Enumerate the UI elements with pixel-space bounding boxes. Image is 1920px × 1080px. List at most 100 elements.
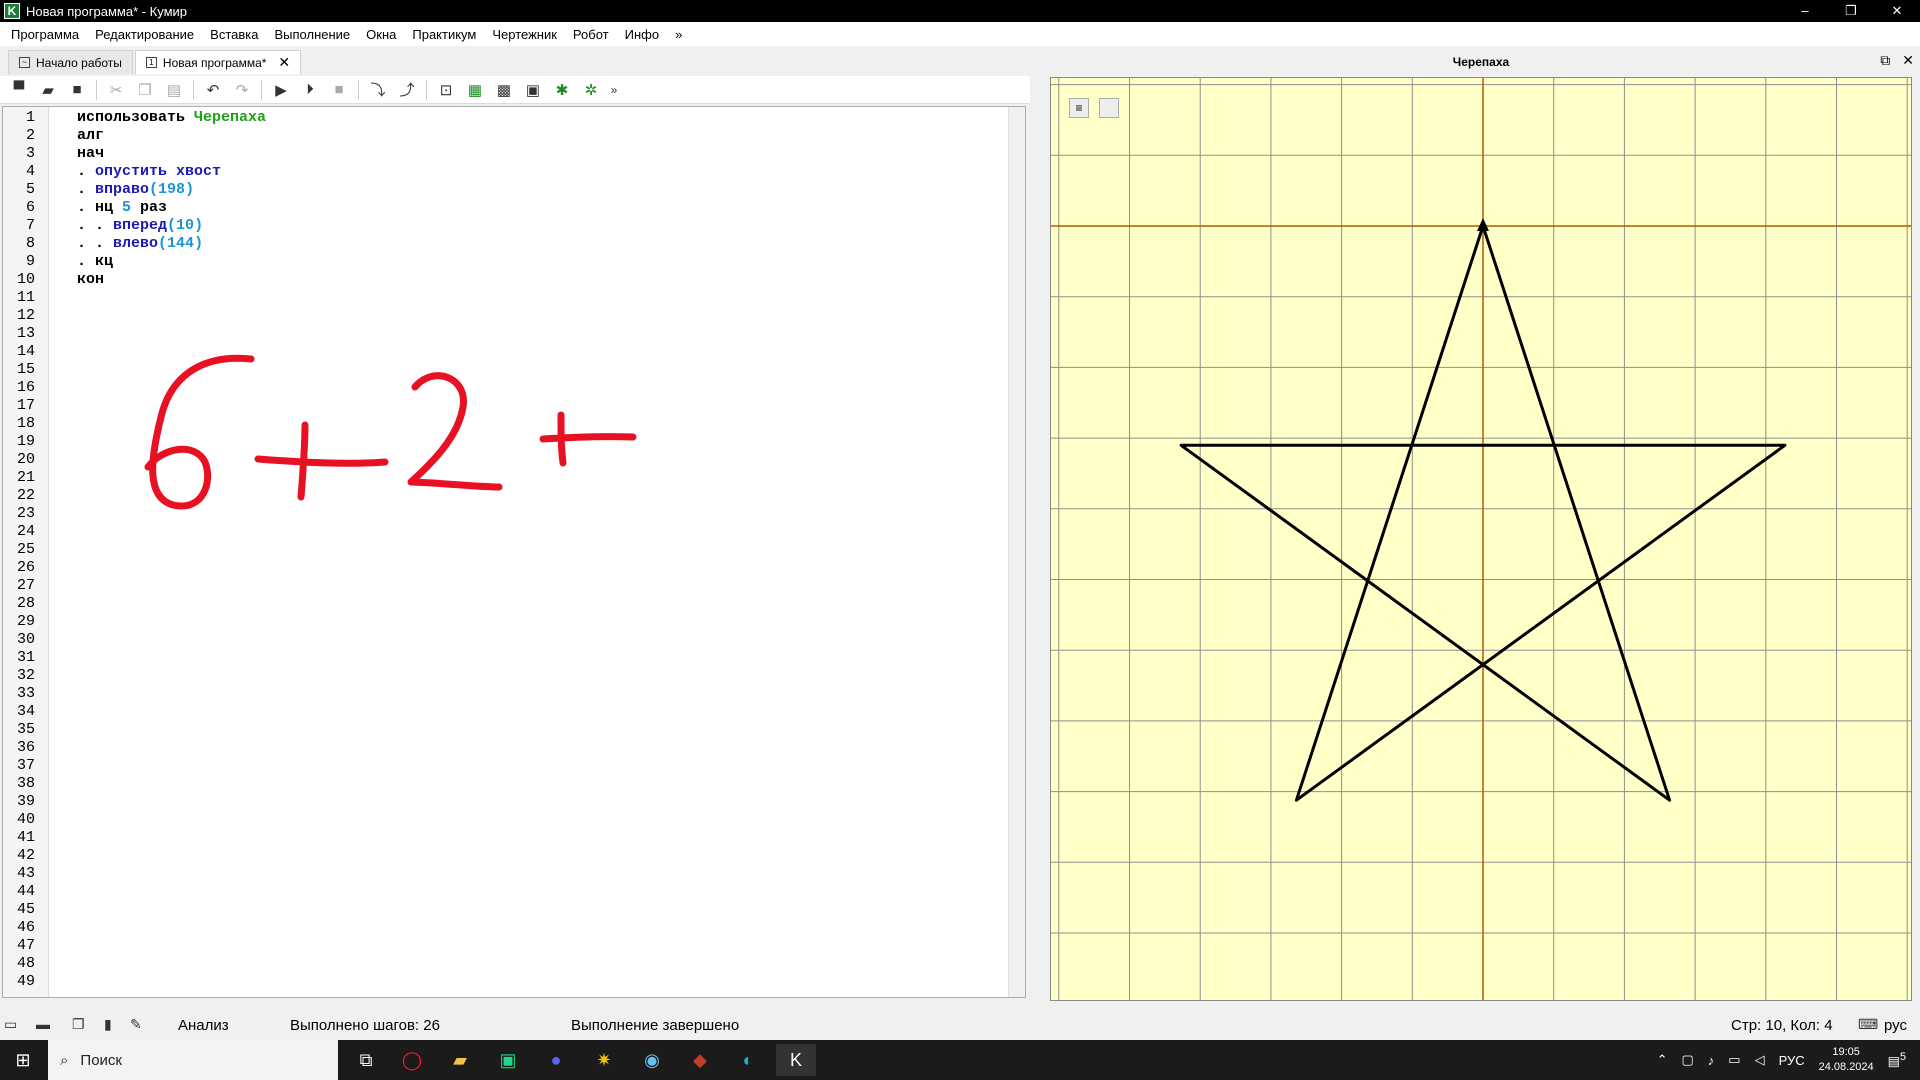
variables-icon[interactable]: ⊡: [433, 78, 459, 102]
menu-item-edit[interactable]: Редактирование: [87, 27, 202, 42]
robot-field-icon[interactable]: ▦: [462, 78, 488, 102]
clear-output-icon[interactable]: ▮: [104, 1016, 112, 1033]
drawer-field-icon[interactable]: ▩: [491, 78, 517, 102]
menu-item-program[interactable]: Программа: [3, 27, 87, 42]
tray-language[interactable]: РУС: [1779, 1053, 1805, 1068]
paste-icon[interactable]: ▤: [161, 78, 187, 102]
code-token: алг: [77, 127, 105, 144]
system-tray: ⌃ ▢ ♪ ▭ ◁ РУС 19:05 24.08.2024 ▤5: [1657, 1040, 1920, 1080]
canvas-menu-button[interactable]: ≡: [1069, 98, 1089, 118]
menu-overflow[interactable]: »: [667, 27, 690, 42]
turtle-icon[interactable]: ✱: [549, 78, 575, 102]
stop-icon[interactable]: ■: [326, 78, 352, 102]
maximize-button[interactable]: ❐: [1828, 0, 1874, 22]
menu-item-robot[interactable]: Робот: [565, 27, 617, 42]
menu-item-drawer[interactable]: Чертежник: [484, 27, 565, 42]
line-number: 22: [16, 487, 35, 504]
step-out-icon[interactable]: ⤴: [394, 78, 420, 102]
minimize-button[interactable]: –: [1782, 0, 1828, 22]
code-line[interactable]: . кц: [77, 253, 113, 271]
run-icon[interactable]: ▶: [268, 78, 294, 102]
tray-device-icon[interactable]: ▢: [1681, 1052, 1693, 1068]
menu-item-run[interactable]: Выполнение: [266, 27, 358, 42]
redo-icon[interactable]: ↷: [229, 78, 255, 102]
canvas-blank-button[interactable]: [1099, 98, 1119, 118]
step-icon[interactable]: ⏵: [297, 78, 323, 102]
console-icon[interactable]: ▭: [4, 1016, 17, 1033]
kumir-icon[interactable]: K: [776, 1044, 816, 1076]
code-line[interactable]: . . влево(144): [77, 235, 203, 253]
menu-item-practicum[interactable]: Практикум: [404, 27, 484, 42]
toolbar-separator: [358, 79, 359, 100]
dota-icon[interactable]: ◆: [680, 1044, 720, 1076]
line-number: 4: [25, 163, 35, 180]
tray-chevron-icon[interactable]: ⌃: [1657, 1052, 1668, 1068]
copy-output-icon[interactable]: ❐: [72, 1016, 85, 1033]
line-number: 17: [16, 397, 35, 414]
volume-icon[interactable]: ◁: [1755, 1052, 1765, 1068]
code-line[interactable]: . опустить хвост: [77, 163, 221, 181]
copy-icon[interactable]: ❐: [132, 78, 158, 102]
clock[interactable]: 19:05 24.08.2024: [1819, 1045, 1874, 1075]
cut-icon[interactable]: ✂: [103, 78, 129, 102]
line-number: 12: [16, 307, 35, 324]
microphone-icon[interactable]: ♪: [1708, 1053, 1715, 1068]
editor-tabs: ~ Начало работы 1 Новая программа* ✕: [0, 48, 1030, 74]
line-number: 29: [16, 613, 35, 630]
file-explorer-icon[interactable]: ▰: [440, 1044, 480, 1076]
line-number: 35: [16, 721, 35, 738]
code-token: 10: [176, 217, 195, 234]
line-number: 44: [16, 883, 35, 900]
input-language[interactable]: рус: [1884, 1017, 1907, 1034]
close-panel-icon[interactable]: ✕: [1902, 52, 1914, 69]
taskbar-search[interactable]: ⌕ Поиск: [48, 1040, 338, 1080]
turtle-settings-icon[interactable]: ✲: [578, 78, 604, 102]
code-line[interactable]: нач: [77, 145, 104, 163]
menu-item-info[interactable]: Инфо: [617, 27, 667, 42]
code-line[interactable]: . . вперед(10): [77, 217, 203, 235]
toolbar-overflow[interactable]: »: [607, 78, 621, 102]
save-icon[interactable]: ■: [64, 78, 90, 102]
code-token: 5: [122, 199, 132, 216]
save-output-icon[interactable]: ▬: [36, 1016, 50, 1032]
code-token: 198: [158, 181, 186, 198]
code-line[interactable]: использовать Черепаха: [77, 109, 266, 127]
code-line[interactable]: . нц 5 раз: [77, 199, 167, 217]
discord-icon[interactable]: ●: [536, 1044, 576, 1076]
float-panel-icon[interactable]: ⧉: [1880, 52, 1890, 69]
code-token: . кц: [77, 253, 114, 270]
turtle-canvas[interactable]: ≡: [1050, 77, 1912, 1001]
code-line[interactable]: алг: [77, 127, 104, 145]
line-number: 14: [16, 343, 35, 360]
picture-icon[interactable]: ▣: [520, 78, 546, 102]
tab-new-program[interactable]: 1 Новая программа* ✕: [134, 50, 302, 74]
spark-app-icon[interactable]: ✷: [584, 1044, 624, 1076]
open-folder-icon[interactable]: ▰: [35, 78, 61, 102]
vertical-scrollbar[interactable]: [1008, 107, 1025, 997]
tab-start-page[interactable]: ~ Начало работы: [8, 50, 133, 74]
edge-icon[interactable]: ◐: [728, 1044, 768, 1076]
menu-item-windows[interactable]: Окна: [358, 27, 404, 42]
network-icon[interactable]: ▭: [1728, 1052, 1740, 1068]
menu-item-insert[interactable]: Вставка: [202, 27, 266, 42]
code-token: (: [149, 181, 159, 198]
line-number-gutter: 1 2 3 4 5 6 7 8 9 10 11 12 13 14 15 16 17 18 19 20 21 22 23 24 2…: [3, 107, 49, 997]
pycharm-icon[interactable]: ▣: [488, 1044, 528, 1076]
close-window-button[interactable]: ✕: [1874, 0, 1920, 22]
code-line[interactable]: кон: [77, 271, 104, 289]
steam-icon[interactable]: ◉: [632, 1044, 672, 1076]
opera-icon[interactable]: ◯: [392, 1044, 432, 1076]
edit-icon[interactable]: ✎: [130, 1016, 142, 1033]
notification-count: 5: [1899, 1050, 1906, 1063]
kumir-app-icon: K: [4, 3, 20, 19]
new-file-icon[interactable]: ▀: [6, 78, 32, 102]
tab-close-icon[interactable]: ✕: [278, 54, 290, 71]
code-line[interactable]: . вправо(198): [77, 181, 194, 199]
task-view-icon[interactable]: ⧉: [346, 1044, 386, 1076]
windows-start-icon[interactable]: ⊞: [0, 1040, 46, 1080]
notifications-icon[interactable]: ▤5: [1888, 1051, 1906, 1069]
code-editor[interactable]: 1 2 3 4 5 6 7 8 9 10 11 12 13 14 15 16 17 18 19 20 21 22 23 24 2…: [2, 106, 1026, 998]
code-token: вправо: [95, 181, 150, 198]
undo-icon[interactable]: ↶: [200, 78, 226, 102]
step-in-icon[interactable]: ⤵: [365, 78, 391, 102]
